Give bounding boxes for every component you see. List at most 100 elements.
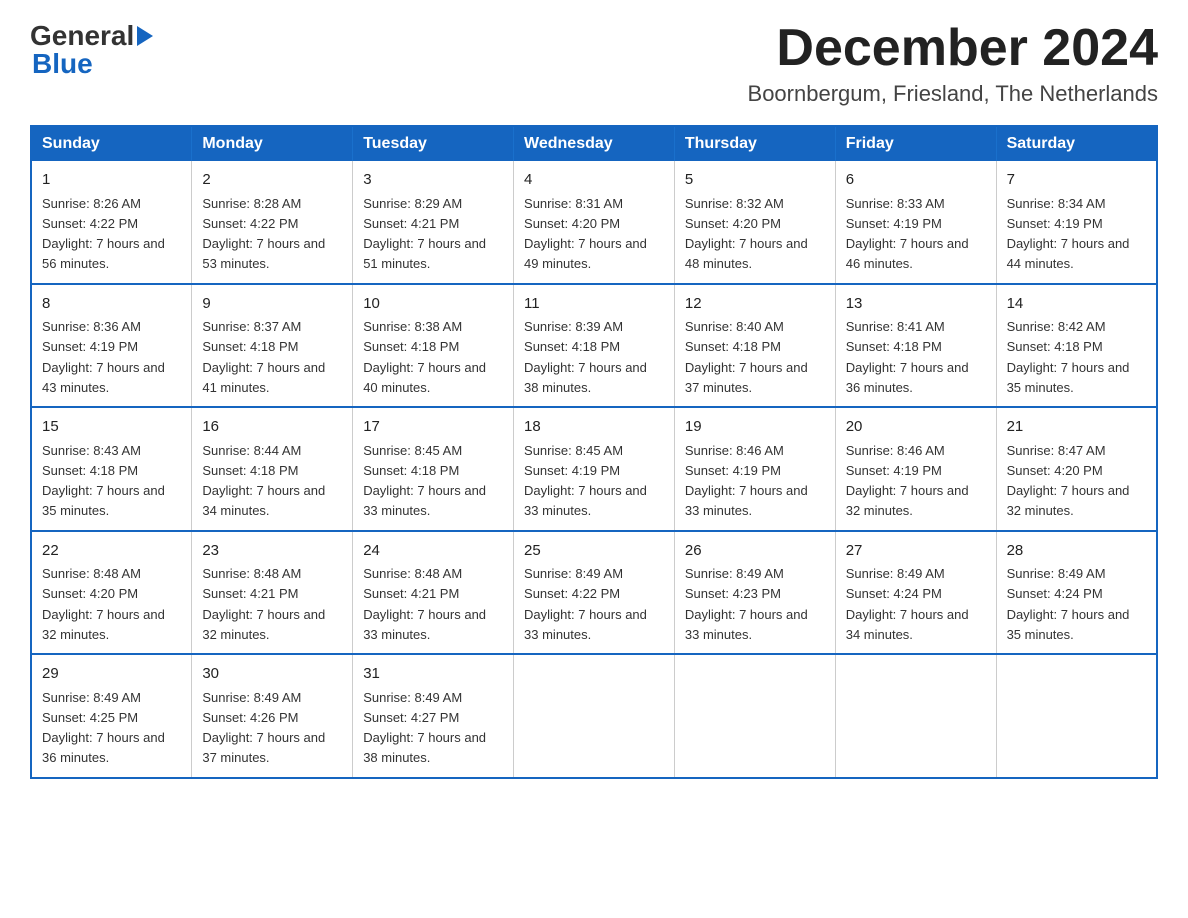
calendar-cell: 22 Sunrise: 8:48 AMSunset: 4:20 PMDayligh… [31,531,192,655]
calendar-cell: 17Sunrise: 8:45 AMSunset: 4:18 PMDayligh… [353,407,514,531]
weekday-header-thursday: Thursday [674,126,835,161]
day-info: Sunrise: 8:33 AMSunset: 4:19 PMDaylight:… [846,196,969,272]
calendar-cell: 20 Sunrise: 8:46 AMSunset: 4:19 PMDayligh… [835,407,996,531]
day-number: 12 [685,293,825,316]
weekday-header-sunday: Sunday [31,126,192,161]
day-info: Sunrise: 8:38 AMSunset: 4:18 PMDaylight:… [363,319,486,395]
calendar-table: SundayMondayTuesdayWednesdayThursdayFrid… [30,125,1158,779]
calendar-cell: 2 Sunrise: 8:28 AMSunset: 4:22 PMDaylight… [192,161,353,284]
day-number: 17 [363,416,503,439]
weekday-header-row: SundayMondayTuesdayWednesdayThursdayFrid… [31,126,1157,161]
weekday-header-friday: Friday [835,126,996,161]
day-info: Sunrise: 8:48 AMSunset: 4:21 PMDaylight:… [202,566,325,642]
day-number: 23 [202,540,342,563]
logo-arrow-icon [137,26,153,46]
day-number: 6 [846,169,986,192]
day-number: 9 [202,293,342,316]
calendar-cell: 4 Sunrise: 8:31 AMSunset: 4:20 PMDaylight… [514,161,675,284]
day-number: 10 [363,293,503,316]
day-info: Sunrise: 8:36 AMSunset: 4:19 PMDaylight:… [42,319,165,395]
day-number: 27 [846,540,986,563]
day-info: Sunrise: 8:31 AMSunset: 4:20 PMDaylight:… [524,196,647,272]
title-block: December 2024 Boornbergum, Friesland, Th… [748,20,1158,107]
day-number: 28 [1007,540,1146,563]
day-number: 26 [685,540,825,563]
day-number: 2 [202,169,342,192]
calendar-body: 1 Sunrise: 8:26 AMSunset: 4:22 PMDaylight… [31,161,1157,778]
day-info: Sunrise: 8:42 AMSunset: 4:18 PMDaylight:… [1007,319,1130,395]
day-info: Sunrise: 8:49 AMSunset: 4:26 PMDaylight:… [202,690,325,766]
calendar-cell: 1 Sunrise: 8:26 AMSunset: 4:22 PMDaylight… [31,161,192,284]
calendar-cell: 16Sunrise: 8:44 AMSunset: 4:18 PMDayligh… [192,407,353,531]
weekday-header-saturday: Saturday [996,126,1157,161]
calendar-cell: 31 Sunrise: 8:49 AMSunset: 4:27 PMDayligh… [353,654,514,778]
day-info: Sunrise: 8:49 AMSunset: 4:24 PMDaylight:… [1007,566,1130,642]
day-number: 5 [685,169,825,192]
page-header: General Blue December 2024 Boornbergum, … [30,20,1158,107]
day-number: 19 [685,416,825,439]
calendar-cell: 5Sunrise: 8:32 AMSunset: 4:20 PMDaylight… [674,161,835,284]
day-number: 13 [846,293,986,316]
calendar-cell [835,654,996,778]
calendar-cell: 26 Sunrise: 8:49 AMSunset: 4:23 PMDayligh… [674,531,835,655]
day-number: 29 [42,663,181,686]
calendar-cell: 3Sunrise: 8:29 AMSunset: 4:21 PMDaylight… [353,161,514,284]
day-info: Sunrise: 8:39 AMSunset: 4:18 PMDaylight:… [524,319,647,395]
calendar-cell: 24Sunrise: 8:48 AMSunset: 4:21 PMDayligh… [353,531,514,655]
weekday-header-monday: Monday [192,126,353,161]
calendar-cell: 11 Sunrise: 8:39 AMSunset: 4:18 PMDayligh… [514,284,675,408]
day-info: Sunrise: 8:49 AMSunset: 4:25 PMDaylight:… [42,690,165,766]
calendar-cell [996,654,1157,778]
weekday-header-tuesday: Tuesday [353,126,514,161]
day-info: Sunrise: 8:26 AMSunset: 4:22 PMDaylight:… [42,196,165,272]
day-number: 7 [1007,169,1146,192]
calendar-cell: 12Sunrise: 8:40 AMSunset: 4:18 PMDayligh… [674,284,835,408]
day-info: Sunrise: 8:44 AMSunset: 4:18 PMDaylight:… [202,443,325,519]
calendar-cell [514,654,675,778]
calendar-cell: 25Sunrise: 8:49 AMSunset: 4:22 PMDayligh… [514,531,675,655]
calendar-week-row: 29 Sunrise: 8:49 AMSunset: 4:25 PMDayligh… [31,654,1157,778]
month-title: December 2024 [748,20,1158,77]
day-number: 20 [846,416,986,439]
day-number: 31 [363,663,503,686]
day-number: 4 [524,169,664,192]
calendar-cell: 8Sunrise: 8:36 AMSunset: 4:19 PMDaylight… [31,284,192,408]
calendar-cell: 27 Sunrise: 8:49 AMSunset: 4:24 PMDayligh… [835,531,996,655]
day-info: Sunrise: 8:41 AMSunset: 4:18 PMDaylight:… [846,319,969,395]
day-info: Sunrise: 8:37 AMSunset: 4:18 PMDaylight:… [202,319,325,395]
day-info: Sunrise: 8:49 AMSunset: 4:27 PMDaylight:… [363,690,486,766]
calendar-cell: 18Sunrise: 8:45 AMSunset: 4:19 PMDayligh… [514,407,675,531]
day-info: Sunrise: 8:45 AMSunset: 4:19 PMDaylight:… [524,443,647,519]
calendar-cell: 6 Sunrise: 8:33 AMSunset: 4:19 PMDaylight… [835,161,996,284]
calendar-cell: 29 Sunrise: 8:49 AMSunset: 4:25 PMDayligh… [31,654,192,778]
day-info: Sunrise: 8:46 AMSunset: 4:19 PMDaylight:… [846,443,969,519]
calendar-cell: 9 Sunrise: 8:37 AMSunset: 4:18 PMDaylight… [192,284,353,408]
day-info: Sunrise: 8:28 AMSunset: 4:22 PMDaylight:… [202,196,325,272]
calendar-cell: 28 Sunrise: 8:49 AMSunset: 4:24 PMDayligh… [996,531,1157,655]
day-info: Sunrise: 8:49 AMSunset: 4:22 PMDaylight:… [524,566,647,642]
calendar-cell: 21 Sunrise: 8:47 AMSunset: 4:20 PMDayligh… [996,407,1157,531]
calendar-cell: 7Sunrise: 8:34 AMSunset: 4:19 PMDaylight… [996,161,1157,284]
day-number: 11 [524,293,664,316]
day-number: 15 [42,416,181,439]
calendar-cell: 10 Sunrise: 8:38 AMSunset: 4:18 PMDayligh… [353,284,514,408]
calendar-cell: 23 Sunrise: 8:48 AMSunset: 4:21 PMDayligh… [192,531,353,655]
day-number: 3 [363,169,503,192]
day-info: Sunrise: 8:49 AMSunset: 4:23 PMDaylight:… [685,566,808,642]
day-number: 21 [1007,416,1146,439]
day-info: Sunrise: 8:49 AMSunset: 4:24 PMDaylight:… [846,566,969,642]
calendar-week-row: 22 Sunrise: 8:48 AMSunset: 4:20 PMDayligh… [31,531,1157,655]
calendar-week-row: 15Sunrise: 8:43 AMSunset: 4:18 PMDayligh… [31,407,1157,531]
day-number: 24 [363,540,503,563]
calendar-cell: 19 Sunrise: 8:46 AMSunset: 4:19 PMDayligh… [674,407,835,531]
calendar-cell: 15Sunrise: 8:43 AMSunset: 4:18 PMDayligh… [31,407,192,531]
day-info: Sunrise: 8:48 AMSunset: 4:20 PMDaylight:… [42,566,165,642]
day-info: Sunrise: 8:46 AMSunset: 4:19 PMDaylight:… [685,443,808,519]
calendar-week-row: 8Sunrise: 8:36 AMSunset: 4:19 PMDaylight… [31,284,1157,408]
day-number: 22 [42,540,181,563]
calendar-cell: 14Sunrise: 8:42 AMSunset: 4:18 PMDayligh… [996,284,1157,408]
logo: General Blue [30,20,153,80]
day-number: 1 [42,169,181,192]
calendar-header: SundayMondayTuesdayWednesdayThursdayFrid… [31,126,1157,161]
day-info: Sunrise: 8:47 AMSunset: 4:20 PMDaylight:… [1007,443,1130,519]
